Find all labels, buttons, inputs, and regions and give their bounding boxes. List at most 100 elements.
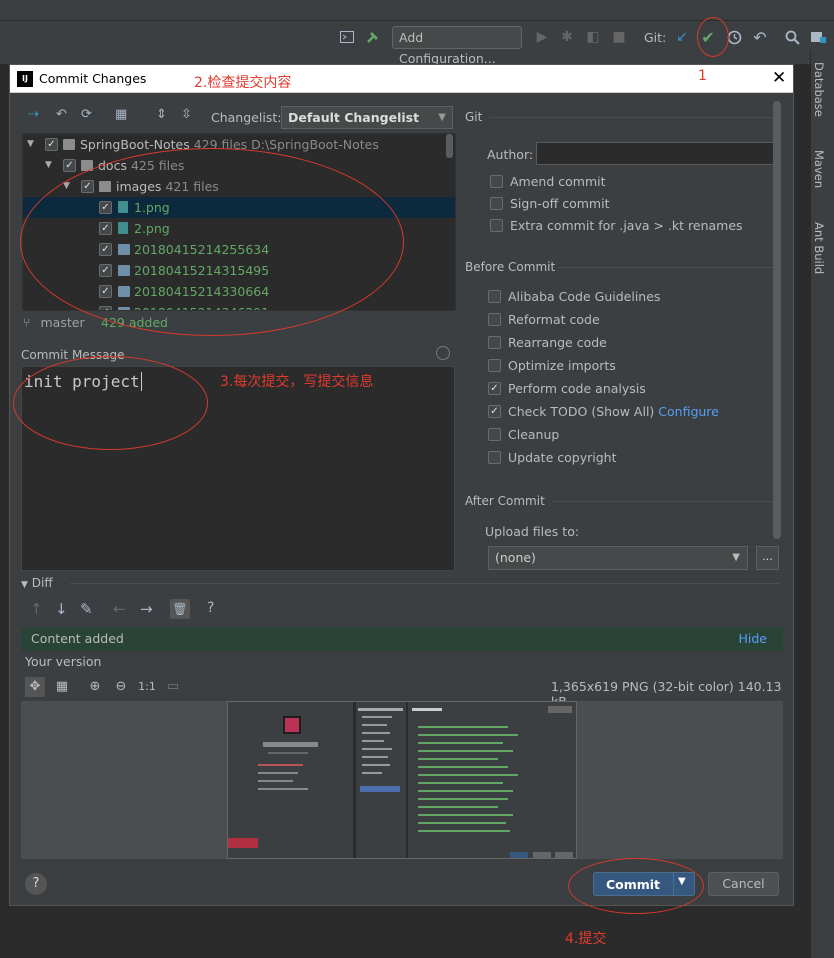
add-configuration-button[interactable]: Add Configuration... <box>392 26 522 66</box>
maven-tab[interactable]: Maven <box>812 150 826 188</box>
annotation-step-4: 4.提交 <box>565 931 607 947</box>
message-history-clock-icon[interactable] <box>436 346 450 360</box>
author-input[interactable] <box>536 142 777 165</box>
after-commit-section-label: After Commit <box>465 494 545 508</box>
group-by-icon[interactable]: ▦ <box>115 107 127 129</box>
annotation-ellipse-tree <box>20 148 404 336</box>
search-icon[interactable] <box>783 28 801 46</box>
zoom-out-icon[interactable]: ⊖ <box>111 677 131 697</box>
fit-zoom-icon[interactable]: ✥ <box>25 677 45 697</box>
checkbox[interactable] <box>488 313 501 326</box>
image-preview <box>227 701 577 859</box>
grid-icon[interactable]: ▦ <box>52 677 72 697</box>
dialog-titlebar: IJ Commit Changes ✕ <box>10 65 793 93</box>
option-label: Amend commit <box>510 174 606 189</box>
options-scrollbar[interactable] <box>773 101 781 539</box>
git-section-label: Git <box>465 110 483 124</box>
run-icon[interactable]: ▶ <box>533 28 551 46</box>
checkbox[interactable]: ✓ <box>45 138 58 151</box>
upload-target-select[interactable]: (none) ▼ <box>488 546 748 570</box>
revert-icon[interactable]: ↶ <box>56 107 67 129</box>
author-label: Author: <box>487 147 534 162</box>
run-window-icon[interactable] <box>338 28 356 46</box>
divider <box>558 267 780 268</box>
your-version-label: Your version <box>25 654 102 669</box>
checkbox[interactable] <box>488 428 501 441</box>
checkbox[interactable] <box>490 175 503 188</box>
upload-target-value: (none) <box>495 550 536 565</box>
intellij-logo-icon: IJ <box>17 71 33 87</box>
checkbox-checked[interactable]: ✓ <box>488 405 501 418</box>
git-update-icon[interactable]: ↙ <box>673 28 691 46</box>
tree-scrollbar[interactable] <box>446 134 453 158</box>
branch-icon: ⑂ <box>23 315 31 330</box>
edit-source-icon[interactable]: ✎ <box>80 600 93 618</box>
actual-size-icon[interactable]: 1:1 <box>137 677 157 697</box>
help-button[interactable]: ? <box>25 873 47 895</box>
stop-icon[interactable]: ■ <box>610 28 628 46</box>
option-label: Alibaba Code Guidelines <box>508 289 661 304</box>
expand-triangle-icon[interactable]: ▼ <box>45 155 52 176</box>
next-file-icon[interactable]: → <box>140 600 153 618</box>
annotation-ellipse-commit <box>568 858 704 914</box>
help-question-icon[interactable]: ? <box>207 600 214 616</box>
changelist-label: Changelist: <box>211 110 282 125</box>
diff-label: Diff <box>31 576 53 590</box>
checkbox[interactable] <box>488 451 501 464</box>
changelist-select[interactable]: Default Changelist ▼ <box>281 106 453 129</box>
branch-name: master <box>40 315 85 330</box>
ant-build-tab[interactable]: Ant Build <box>812 222 826 274</box>
changelist-value: Default Changelist <box>288 110 420 125</box>
collapse-all-icon[interactable]: ⇳ <box>181 107 192 129</box>
option-label: Update copyright <box>508 450 617 465</box>
annotation-ellipse-message <box>13 356 208 450</box>
coverage-icon[interactable]: ◧ <box>584 28 602 46</box>
refresh-icon[interactable]: ⟳ <box>81 107 92 129</box>
checkbox[interactable] <box>490 219 503 232</box>
collapse-triangle-icon: ▼ <box>21 580 28 590</box>
checkbox[interactable] <box>488 336 501 349</box>
annotation-step-3: 3.每次提交，写提交信息 <box>220 374 374 390</box>
chevron-down-icon: ▼ <box>438 112 446 123</box>
option-label: Sign-off commit <box>510 196 610 211</box>
previous-file-icon[interactable]: ← <box>113 600 126 618</box>
content-added-text: Content added <box>31 631 124 646</box>
checkbox[interactable] <box>488 359 501 372</box>
database-tab[interactable]: Database <box>812 62 826 117</box>
previous-difference-icon[interactable]: ↑ <box>30 600 43 618</box>
option-label: Optimize imports <box>508 358 616 373</box>
content-added-banner: Content added Hide <box>21 627 783 651</box>
configure-link[interactable]: Configure <box>658 404 719 419</box>
option-label: Check TODO (Show All) <box>508 404 655 419</box>
option-label: Rearrange code <box>508 335 607 350</box>
divider <box>490 117 780 118</box>
option-label: Perform code analysis <box>508 381 646 396</box>
checkbox[interactable] <box>490 197 503 210</box>
expand-all-icon[interactable]: ⇕ <box>156 107 167 129</box>
next-difference-icon[interactable]: ↓ <box>55 600 68 618</box>
checkbox[interactable] <box>488 290 501 303</box>
screenshot-thumbnail <box>228 702 576 858</box>
hide-link[interactable]: Hide <box>739 631 768 646</box>
project-structure-icon[interactable] <box>810 28 828 46</box>
branch-indicator: ⑂ master <box>23 315 85 330</box>
annotation-step-2: 2.检查提交内容 <box>194 75 292 91</box>
option-label: Extra commit for .java > .kt renames <box>510 218 743 233</box>
divider <box>70 583 780 584</box>
diff-header[interactable]: ▼ Diff <box>21 576 53 590</box>
annotation-circle-1 <box>697 17 729 57</box>
upload-browse-button[interactable]: ... <box>756 546 779 570</box>
checkbox-checked[interactable]: ✓ <box>488 382 501 395</box>
trash-icon[interactable]: 🗑 <box>170 599 190 619</box>
build-hammer-icon[interactable] <box>364 28 382 46</box>
close-icon[interactable]: ✕ <box>772 68 786 88</box>
divider <box>552 501 780 502</box>
checkbox[interactable]: ✓ <box>63 159 76 172</box>
rollback-icon[interactable]: ↶ <box>751 28 769 47</box>
expand-triangle-icon[interactable]: ▼ <box>27 134 34 155</box>
cancel-button[interactable]: Cancel <box>708 872 779 896</box>
fit-window-icon[interactable]: ▭ <box>163 677 183 697</box>
debug-icon[interactable]: ✱ <box>558 28 576 46</box>
zoom-in-icon[interactable]: ⊕ <box>85 677 105 697</box>
move-changes-icon[interactable]: ⇢ <box>28 107 39 129</box>
